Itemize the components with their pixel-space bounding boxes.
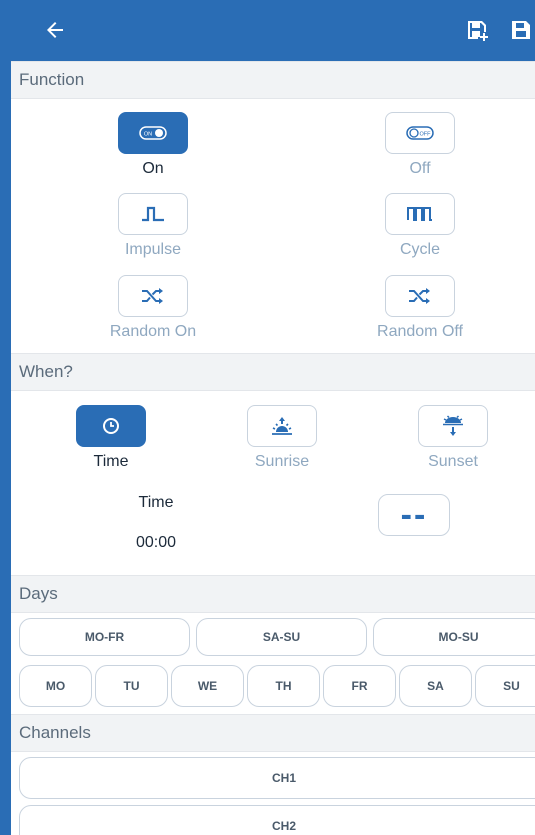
day-sa[interactable]: SA — [399, 665, 472, 707]
time-label: Time — [93, 453, 129, 470]
cycle-label: Cycle — [399, 241, 440, 258]
function-section-header: Function — [11, 61, 535, 99]
random-off-button[interactable] — [385, 275, 455, 317]
day-fr[interactable]: FR — [323, 665, 396, 707]
function-option-impulse[interactable]: Impulse — [83, 193, 223, 259]
random-off-label: Random Off — [377, 323, 463, 340]
sunrise-label: Sunrise — [254, 453, 310, 470]
time-offset-button[interactable]: -- — [378, 494, 450, 536]
shuffle-icon — [409, 288, 430, 304]
time-value[interactable]: 00:00 — [106, 534, 206, 552]
svg-text:ON: ON — [144, 132, 152, 138]
on-button[interactable]: ON — [118, 112, 188, 154]
when-option-sunset[interactable]: Sunset — [383, 405, 523, 471]
day-th[interactable]: TH — [247, 665, 320, 707]
days-section-header: Days — [11, 575, 535, 613]
function-option-random-on[interactable]: Random On — [83, 275, 223, 341]
off-label: Off — [409, 160, 431, 177]
channels-section-header: Channels — [11, 714, 535, 752]
channel-ch1[interactable]: CH1 — [19, 757, 535, 799]
when-option-time[interactable]: Time — [41, 405, 181, 471]
cycle-button[interactable] — [385, 193, 455, 235]
function-option-random-off[interactable]: Random Off — [350, 275, 490, 341]
days-group-mo-su[interactable]: MO-SU — [373, 618, 535, 656]
impulse-icon — [142, 206, 164, 222]
save-as-icon[interactable] — [465, 18, 489, 42]
random-on-label: Random On — [109, 323, 197, 340]
days-group-sa-su[interactable]: SA-SU — [196, 618, 367, 656]
clock-icon — [103, 418, 119, 434]
when-option-sunrise[interactable]: Sunrise — [212, 405, 352, 471]
cycle-icon — [407, 207, 432, 221]
random-on-button[interactable] — [118, 275, 188, 317]
days-group-mo-fr[interactable]: MO-FR — [19, 618, 190, 656]
off-button[interactable]: OFF — [385, 112, 455, 154]
sunset-button[interactable] — [418, 405, 488, 447]
app-bar — [11, 0, 535, 61]
channel-ch2[interactable]: CH2 — [19, 805, 535, 835]
when-section-header: When? — [11, 353, 535, 391]
time-offset-button-text: -- — [400, 496, 428, 534]
sunrise-icon — [272, 417, 292, 435]
toggle-off-icon: OFF — [406, 126, 434, 140]
impulse-label: Impulse — [124, 241, 182, 258]
impulse-button[interactable] — [118, 193, 188, 235]
sunset-label: Sunset — [428, 453, 478, 470]
toggle-on-icon: ON — [139, 126, 167, 140]
day-tu[interactable]: TU — [95, 665, 168, 707]
day-we[interactable]: WE — [171, 665, 244, 707]
on-label: On — [142, 160, 164, 177]
save-icon[interactable] — [509, 18, 533, 42]
shuffle-icon — [142, 288, 163, 304]
day-su[interactable]: SU — [475, 665, 535, 707]
time-button[interactable] — [76, 405, 146, 447]
function-option-cycle[interactable]: Cycle — [350, 193, 490, 259]
svg-text:OFF: OFF — [420, 132, 432, 138]
time-caption: Time — [138, 494, 174, 511]
function-option-off[interactable]: OFF Off — [350, 112, 490, 178]
sunset-icon — [443, 415, 463, 436]
day-mo[interactable]: MO — [19, 665, 92, 707]
arrow-left-icon[interactable] — [43, 18, 67, 42]
app-screen: Function ON On OFF Off Impulse Cycle Ran… — [11, 0, 535, 835]
sunrise-button[interactable] — [247, 405, 317, 447]
function-option-on[interactable]: ON On — [83, 112, 223, 178]
